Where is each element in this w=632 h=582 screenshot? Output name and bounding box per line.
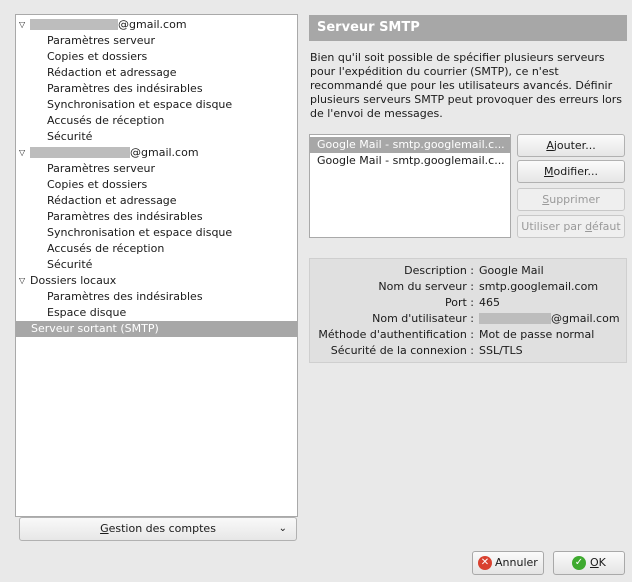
tree-item-sync-storage[interactable]: Synchronisation et espace disque bbox=[16, 97, 297, 113]
tree-item-receipts[interactable]: Accusés de réception bbox=[16, 113, 297, 129]
redacted-email bbox=[30, 146, 130, 158]
collapse-arrow-icon[interactable]: ▽ bbox=[19, 273, 29, 289]
account-email-suffix: @gmail.com bbox=[118, 18, 187, 31]
tree-item-junk-settings[interactable]: Paramètres des indésirables bbox=[16, 289, 297, 305]
tree-item-server-settings[interactable]: Paramètres serveur bbox=[16, 33, 297, 49]
tree-item-composition[interactable]: Rédaction et adressage bbox=[16, 193, 297, 209]
redacted-username bbox=[479, 312, 551, 324]
tree-item-sync-storage[interactable]: Synchronisation et espace disque bbox=[16, 225, 297, 241]
detail-connection-security: Sécurité de la connexion : SSL/TLS bbox=[330, 344, 523, 357]
remove-server-button[interactable]: Supprimer bbox=[517, 188, 625, 211]
server-details: Description : Google Mail Nom du serveur… bbox=[309, 258, 627, 363]
tree-item-composition[interactable]: Rédaction et adressage bbox=[16, 65, 297, 81]
cancel-button[interactable]: ✕ Annuler bbox=[472, 551, 544, 575]
detail-server-name: Nom du serveur : smtp.googlemail.com bbox=[378, 280, 599, 293]
account-email-suffix: @gmail.com bbox=[130, 146, 199, 159]
tree-item-server-settings[interactable]: Paramètres serveur bbox=[16, 161, 297, 177]
tree-item-outgoing-server[interactable]: Serveur sortant (SMTP) bbox=[16, 321, 297, 337]
account-tree[interactable]: ▽ @gmail.com Paramètres serveur Copies e… bbox=[15, 14, 298, 517]
tree-item-security[interactable]: Sécurité bbox=[16, 129, 297, 145]
add-server-button[interactable]: Ajouter... bbox=[517, 134, 625, 157]
tree-item-junk-settings[interactable]: Paramètres des indésirables bbox=[16, 81, 297, 97]
tree-item-security[interactable]: Sécurité bbox=[16, 257, 297, 273]
edit-server-button[interactable]: Modifier... bbox=[517, 160, 625, 183]
set-default-button[interactable]: Utiliser par défaut bbox=[517, 215, 625, 238]
tree-item-copies-folders[interactable]: Copies et dossiers bbox=[16, 49, 297, 65]
tree-local-folders[interactable]: ▽ Dossiers locaux bbox=[16, 273, 297, 289]
tree-item-junk-settings[interactable]: Paramètres des indésirables bbox=[16, 209, 297, 225]
smtp-server-item[interactable]: Google Mail - smtp.googlemail.c... bbox=[310, 137, 510, 153]
detail-auth-method: Méthode d'authentification : Mot de pass… bbox=[318, 328, 595, 341]
cancel-icon: ✕ bbox=[478, 556, 492, 570]
collapse-arrow-icon[interactable]: ▽ bbox=[19, 17, 29, 33]
detail-username: Nom d'utilisateur : @gmail.com bbox=[372, 312, 620, 325]
collapse-arrow-icon[interactable]: ▽ bbox=[19, 145, 29, 161]
page-title: Serveur SMTP bbox=[309, 15, 627, 41]
tree-item-receipts[interactable]: Accusés de réception bbox=[16, 241, 297, 257]
smtp-description: Bien qu'il soit possible de spécifier pl… bbox=[310, 51, 623, 120]
detail-port: Port : 465 bbox=[444, 296, 500, 309]
smtp-server-item[interactable]: Google Mail - smtp.googlemail.c... bbox=[310, 153, 510, 169]
tree-account-1[interactable]: ▽ @gmail.com bbox=[16, 17, 297, 33]
account-actions-button[interactable]: Gestion des comptes ⌄ bbox=[19, 517, 297, 541]
smtp-server-list[interactable]: Google Mail - smtp.googlemail.c... Googl… bbox=[309, 134, 511, 238]
tree-item-copies-folders[interactable]: Copies et dossiers bbox=[16, 177, 297, 193]
ok-button[interactable]: ✓ OK bbox=[553, 551, 625, 575]
detail-description: Description : Google Mail bbox=[404, 264, 544, 277]
chevron-down-icon: ⌄ bbox=[278, 523, 287, 534]
redacted-email bbox=[30, 18, 118, 30]
checkmark-icon: ✓ bbox=[572, 556, 586, 570]
tree-item-disk-space[interactable]: Espace disque bbox=[16, 305, 297, 321]
tree-account-2[interactable]: ▽ @gmail.com bbox=[16, 145, 297, 161]
